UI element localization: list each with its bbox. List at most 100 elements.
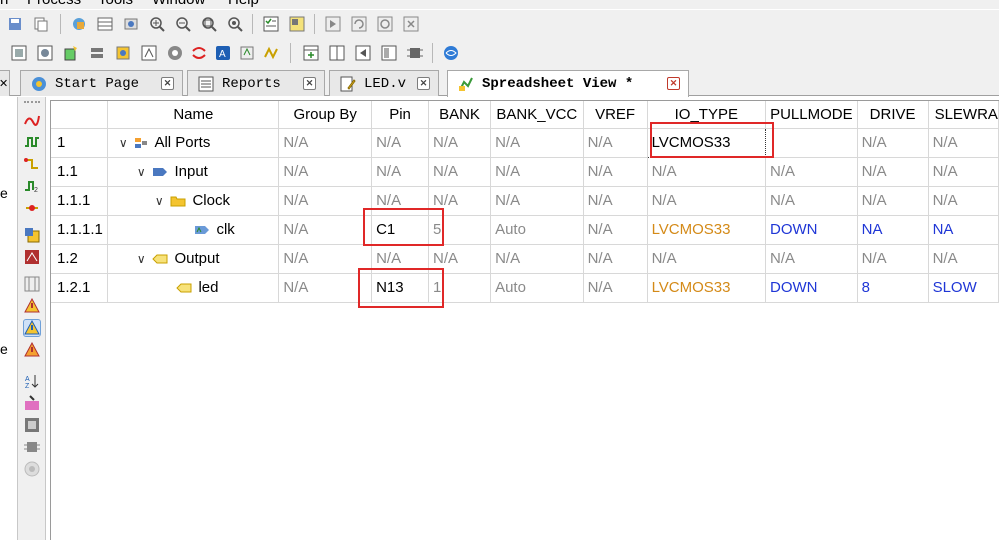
cell-bank[interactable]: N/A [428, 244, 492, 274]
tab-overflow[interactable]: ✕ [0, 70, 10, 96]
cell-bank-vcc[interactable]: N/A [490, 244, 584, 274]
memory-icon[interactable] [88, 44, 106, 62]
search-gray-icon[interactable] [166, 44, 184, 62]
floorplan-icon[interactable] [24, 276, 40, 292]
edit-pink-icon[interactable] [24, 395, 40, 411]
netlist-icon[interactable] [140, 44, 158, 62]
cell-group-by[interactable]: N/A [278, 215, 373, 245]
cell-io-type[interactable]: N/A [647, 244, 767, 274]
column-header-slewrate[interactable]: SLEWRA [928, 101, 999, 129]
refresh-icon[interactable] [376, 15, 394, 33]
cell-drive[interactable]: N/A [857, 244, 929, 274]
reveal-icon[interactable] [190, 44, 208, 62]
tree-cell[interactable]: led [107, 273, 280, 303]
chevron-down-icon[interactable]: ∨ [116, 136, 130, 150]
grip-icon[interactable] [24, 101, 40, 103]
cell-slewrate[interactable]: SLOW [928, 273, 999, 303]
sort-icon[interactable]: AZ [24, 373, 40, 389]
chip-gray-icon[interactable] [24, 439, 40, 455]
cell-pullmode[interactable]: N/A [765, 186, 858, 216]
close-tab-icon[interactable]: ✕ [161, 77, 174, 90]
cell-drive[interactable]: N/A [857, 186, 929, 216]
tree-cell[interactable]: ∨ Clock [107, 186, 280, 216]
device-view-icon[interactable] [24, 249, 40, 265]
chip-grid-icon[interactable] [406, 44, 424, 62]
column-header-name[interactable]: Name [107, 101, 280, 129]
cell-vref[interactable]: N/A [583, 273, 648, 303]
chevron-down-icon[interactable]: ∨ [134, 165, 148, 179]
column-header-drive[interactable]: DRIVE [857, 101, 929, 129]
cell-vref[interactable]: N/A [583, 157, 648, 187]
save-icon[interactable] [6, 15, 24, 33]
column-header-index[interactable] [51, 101, 109, 129]
grid-a-icon[interactable] [10, 44, 28, 62]
cell-pin[interactable]: N/A [371, 128, 429, 158]
clock-domain-icon[interactable]: 2 [24, 178, 40, 194]
zoom-out-icon[interactable] [174, 15, 192, 33]
menu-item-file-tail[interactable]: n [0, 0, 8, 8]
tab-spreadsheet-view[interactable]: Spreadsheet View * ✕ [447, 70, 689, 97]
panel-add-icon[interactable] [302, 44, 320, 62]
pin-assign-icon[interactable] [24, 200, 40, 216]
close-icon[interactable]: ✕ [0, 77, 8, 90]
zoom-fit-icon[interactable] [200, 15, 218, 33]
warning-red-icon[interactable] [24, 298, 40, 314]
close-tab-icon[interactable]: ✕ [667, 77, 680, 90]
table-row[interactable]: 1.1 ∨ Input N/A N/A N/A N/A N/A N/A N/A … [51, 157, 999, 187]
chevron-down-icon[interactable]: ∨ [134, 252, 148, 266]
panel-layout-icon[interactable] [380, 44, 398, 62]
cell-drive[interactable]: N/A [857, 157, 929, 187]
cell-pin[interactable]: N/A [371, 244, 429, 274]
menu-item-tools[interactable]: Tools [98, 0, 133, 8]
cell-pin[interactable]: C1 [371, 215, 429, 245]
cell-vref[interactable]: N/A [583, 215, 648, 245]
tab-led-v[interactable]: LED.v ✕ [329, 70, 439, 96]
warning-orange-icon[interactable] [24, 342, 40, 358]
tree-cell[interactable]: ∨ Output [107, 244, 280, 274]
cell-slewrate[interactable]: N/A [928, 186, 999, 216]
cell-pin[interactable]: N/A [371, 157, 429, 187]
column-header-bank-vcc[interactable]: BANK_VCC [490, 101, 584, 129]
run-icon[interactable] [324, 15, 342, 33]
tree-cell[interactable]: clk [107, 215, 280, 245]
filter-gray-icon[interactable] [24, 417, 40, 433]
cell-bank[interactable]: N/A [428, 157, 492, 187]
cell-slewrate[interactable]: N/A [928, 128, 999, 158]
zoom-in-icon[interactable] [148, 15, 166, 33]
table-icon[interactable] [96, 15, 114, 33]
cell-drive[interactable]: N/A [857, 128, 929, 158]
chevron-down-icon[interactable]: ∨ [152, 194, 166, 208]
route-icon[interactable] [24, 156, 40, 172]
tab-start-page[interactable]: Start Page ✕ [20, 70, 183, 96]
ip-core-icon[interactable] [114, 44, 132, 62]
table-row[interactable]: 1.1.1 ∨ Clock N/A N/A N/A N/A N/A N/A N/… [51, 186, 999, 216]
rerun-icon[interactable] [350, 15, 368, 33]
cell-group-by[interactable]: N/A [278, 273, 373, 303]
cell-group-by[interactable]: N/A [278, 157, 373, 187]
panel-nav-icon[interactable] [354, 44, 372, 62]
cell-slewrate[interactable]: N/A [928, 244, 999, 274]
cell-pullmode[interactable]: DOWN [765, 215, 858, 245]
checklist-icon[interactable] [262, 15, 280, 33]
cell-io-type[interactable]: N/A [647, 157, 767, 187]
globe-icon[interactable] [442, 44, 460, 62]
cell-bank-vcc[interactable]: Auto [490, 273, 584, 303]
cell-slewrate[interactable]: NA [928, 215, 999, 245]
table-row[interactable]: 1 ∨ All Ports N/A N/A N/A N/A N/A LVCMOS… [51, 127, 999, 158]
menu-item-help[interactable]: Help [228, 0, 259, 8]
analyzer-icon[interactable]: A [214, 44, 232, 62]
cell-io-type[interactable]: N/A [647, 186, 767, 216]
table-row[interactable]: 1.2.1 led N/A N13 1 Auto N/A LVCMOS33 DO… [51, 273, 999, 303]
cell-vref[interactable]: N/A [583, 186, 648, 216]
column-header-vref[interactable]: VREF [583, 101, 648, 129]
cell-pullmode[interactable] [765, 128, 858, 158]
package-icon[interactable] [24, 227, 40, 243]
waveform-icon[interactable] [24, 134, 40, 150]
cell-drive[interactable]: 8 [857, 273, 929, 303]
column-header-bank[interactable]: BANK [428, 101, 492, 129]
cell-group-by[interactable]: N/A [278, 128, 373, 158]
column-header-pin[interactable]: Pin [371, 101, 429, 129]
menu-item-process[interactable]: Process [27, 0, 81, 8]
close-tab-icon[interactable]: ✕ [303, 77, 316, 90]
project-icon[interactable] [70, 15, 88, 33]
